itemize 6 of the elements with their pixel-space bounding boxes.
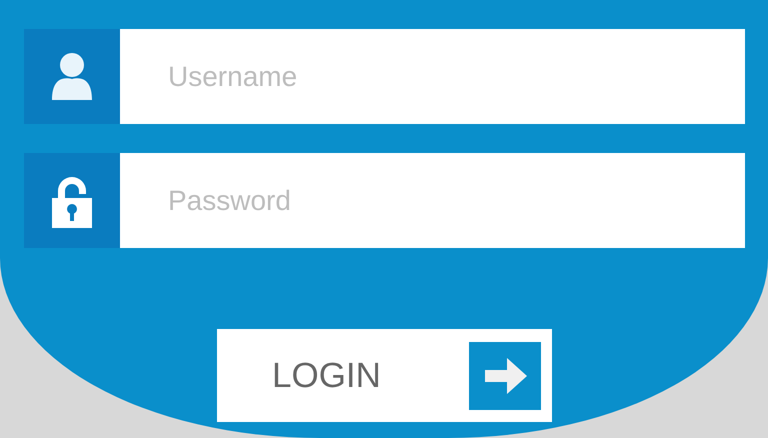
login-button[interactable]: LOGIN [217, 329, 552, 422]
password-field[interactable]: Password [120, 153, 745, 248]
arrow-right-icon [469, 342, 541, 410]
user-icon [24, 29, 120, 124]
lock-icon [24, 153, 120, 248]
username-field[interactable]: Username [120, 29, 745, 124]
